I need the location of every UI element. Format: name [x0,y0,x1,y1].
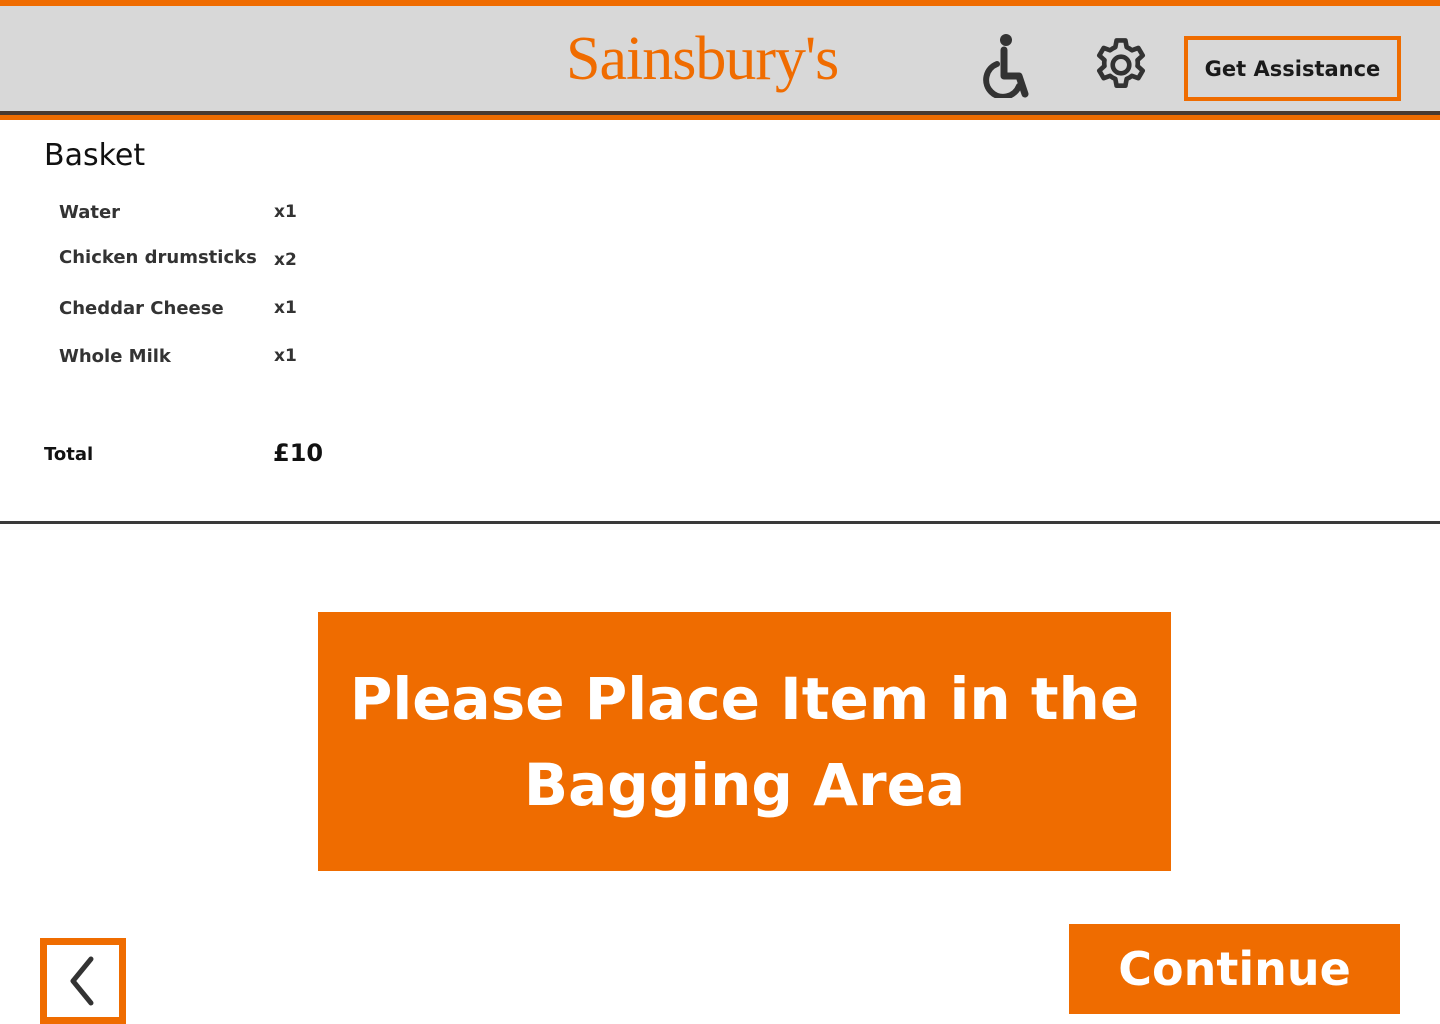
item-name: Chicken drumsticks [59,247,257,268]
bagging-area-message: Please Place Item in the Bagging Area [318,612,1171,871]
item-name: Cheddar Cheese [59,298,224,319]
settings-button[interactable] [1088,32,1154,98]
back-button[interactable] [40,938,126,1024]
basket-item: Water x1 [59,202,359,232]
total-value: £10 [273,439,324,467]
accessibility-icon [983,34,1029,98]
continue-button[interactable]: Continue [1069,924,1400,1014]
item-quantity: x1 [274,298,297,318]
section-divider [0,521,1440,524]
header-bar: Sainsbury's Get Assistance [0,0,1440,120]
item-quantity: x1 [274,202,297,222]
message-text: Please Place Item in the Bagging Area [349,664,1140,819]
basket-item: Chicken drumsticks x2 [59,247,359,277]
item-name: Whole Milk [59,346,171,367]
brand-logo: Sainsbury's [566,25,839,93]
accessibility-button[interactable] [975,32,1041,98]
get-assistance-button[interactable]: Get Assistance [1184,36,1401,101]
chevron-left-icon [70,956,94,1006]
item-quantity: x1 [274,346,297,366]
item-name: Water [59,202,121,223]
item-quantity: x2 [274,250,297,270]
gear-icon [1096,38,1146,88]
total-label: Total [44,444,94,465]
header-accent-line [0,115,1440,120]
basket-item: Cheddar Cheese x1 [59,298,359,328]
basket-item: Whole Milk x1 [59,346,359,376]
basket-title: Basket [44,138,146,173]
